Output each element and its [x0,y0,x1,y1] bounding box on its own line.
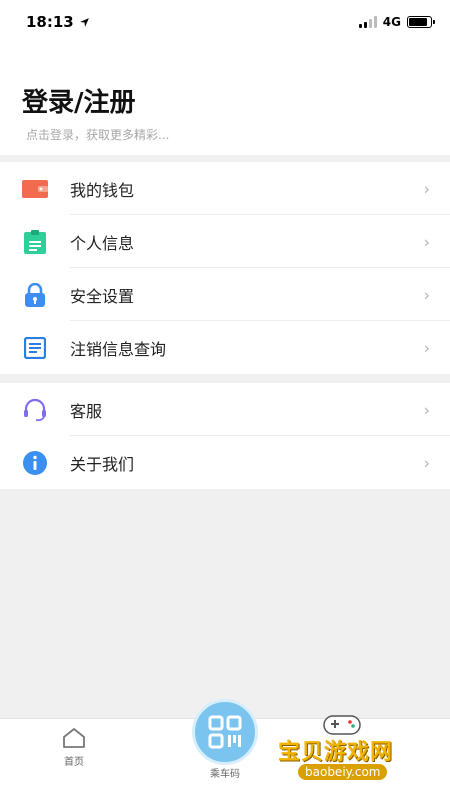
signal-icon [358,16,377,28]
gamepad-icon [323,715,361,735]
time-text: 18:13 [26,13,74,31]
tab-home-label: 首页 [64,757,84,768]
tab-home[interactable]: 首页 [34,727,114,768]
menu-item-label: 客服 [70,401,103,421]
lock-icon [22,282,48,308]
chevron-right-icon: › [423,453,430,472]
menu-item-label: 个人信息 [70,233,135,253]
tab-ride-code[interactable]: 乘车码 [185,699,265,780]
menu-item-personal-info[interactable]: 个人信息 › [0,215,450,268]
home-icon [63,728,85,748]
menu-item-wallet[interactable]: 我的钱包 › [0,162,450,215]
menu-item-customer-service[interactable]: 客服 › [0,383,450,436]
location-arrow-icon [79,17,89,27]
menu-item-label: 注销信息查询 [70,339,167,359]
info-icon [22,450,48,476]
chevron-right-icon: › [423,179,430,198]
chevron-right-icon: › [423,285,430,304]
status-time: 18:13 [26,13,90,31]
login-header[interactable]: 登录/注册 点击登录，获取更多精彩... [0,44,450,155]
wallet-icon [22,176,48,202]
id-card-icon [22,229,48,255]
status-bar: 18:13 4G [0,0,450,44]
login-register-title[interactable]: 登录/注册 [22,82,136,119]
chevron-right-icon: › [423,232,430,251]
qr-code-icon [192,699,258,765]
document-icon [22,335,48,361]
menu-item-label: 关于我们 [70,454,135,474]
network-type: 4G [382,15,401,29]
menu-item-deregistration-query[interactable]: 注销信息查询 › [0,321,450,374]
status-indicators: 4G [358,15,435,29]
menu-group-account: 我的钱包 › 个人信息 › 安全设置 › 注销信息查询 › [0,162,450,374]
tab-ride-code-label: 乘车码 [210,769,240,780]
menu-group-support: 客服 › 关于我们 › [0,383,450,489]
menu-item-about-us[interactable]: 关于我们 › [0,436,450,489]
menu-item-security[interactable]: 安全设置 › [0,268,450,321]
chevron-right-icon: › [423,338,430,357]
watermark-url: baobeiy.com [298,764,388,780]
watermark-text: 宝贝游戏网 [278,740,394,765]
headset-icon [22,397,48,423]
login-subtitle: 点击登录，获取更多精彩... [26,128,170,142]
chevron-right-icon: › [423,400,430,419]
menu-item-label: 我的钱包 [70,180,135,200]
battery-icon [407,16,435,28]
menu-item-label: 安全设置 [70,286,135,306]
watermark-logo: 宝贝游戏网 baobeiy.com [270,712,450,800]
